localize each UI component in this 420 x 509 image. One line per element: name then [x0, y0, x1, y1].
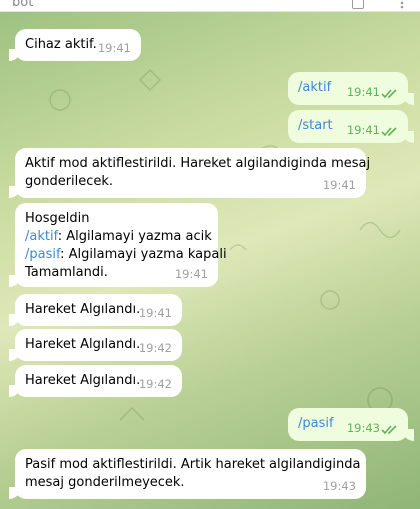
message-outgoing[interactable]: /aktif 19:41: [288, 72, 414, 105]
command-link[interactable]: /start: [298, 118, 333, 133]
message-text: Hareket Algılandı.: [25, 337, 141, 352]
message-time: 19:41: [346, 123, 380, 137]
message-time: 19:43: [346, 421, 380, 435]
message-text: Aktif mod aktiflestirildi. Hareket algil…: [25, 156, 371, 171]
message-outgoing[interactable]: /pasif 19:43: [288, 408, 414, 441]
command-link[interactable]: /pasif: [298, 416, 334, 431]
message-time: 19:41: [97, 41, 131, 55]
message-text: mesaj gonderilmeyecek.: [25, 475, 185, 490]
message-incoming[interactable]: Hareket Algılandı. 19:42: [9, 365, 182, 397]
message-text: gonderilecek.: [25, 174, 114, 189]
message-text: Hosgeldin: [25, 211, 90, 226]
message-outgoing[interactable]: /start 19:41: [288, 110, 414, 143]
message-text: : Algilamayi yazma kapali: [60, 247, 227, 262]
window-icon[interactable]: [352, 0, 364, 9]
message-time: 19:41: [174, 267, 208, 281]
message-text: Pasif mod aktiflestirildi. Artik hareket…: [25, 457, 361, 472]
message-time: 19:42: [138, 377, 172, 391]
menu-icon[interactable]: [396, 0, 408, 9]
message-text: Cihaz aktif.: [25, 37, 97, 52]
command-link-pasif[interactable]: /pasif: [25, 247, 60, 262]
message-time: 19:42: [138, 341, 172, 355]
message-time: 19:43: [322, 479, 356, 493]
message-text: : Algilamayi yazma acik: [57, 229, 212, 244]
message-incoming[interactable]: Hareket Algılandı. 19:42: [9, 329, 182, 361]
double-check-icon: [381, 89, 397, 99]
double-check-icon: [381, 127, 397, 137]
message-incoming[interactable]: Pasif mod aktiflestirildi. Artik hareket…: [9, 449, 366, 499]
message-time: 19:41: [346, 85, 380, 99]
message-text: Hareket Algılandı.: [25, 373, 141, 388]
message-incoming[interactable]: Cihaz aktif. 19:41: [9, 29, 141, 61]
double-check-icon: [381, 425, 397, 435]
message-text: Hareket Algılandı.: [25, 302, 141, 317]
command-link[interactable]: /aktif: [298, 80, 331, 95]
command-link-aktif[interactable]: /aktif: [25, 229, 58, 244]
message-incoming[interactable]: Hareket Algılandı. 19:41: [9, 294, 182, 326]
message-incoming[interactable]: Aktif mod aktiflestirildi. Hareket algil…: [9, 148, 371, 198]
message-time: 19:41: [138, 306, 172, 320]
message-incoming[interactable]: Hosgeldin /aktif: Algilamayi yazma acik …: [9, 203, 227, 287]
message-time: 19:41: [322, 178, 356, 192]
chat-header: bot: [0, 0, 420, 12]
chat-title: bot: [12, 0, 34, 10]
